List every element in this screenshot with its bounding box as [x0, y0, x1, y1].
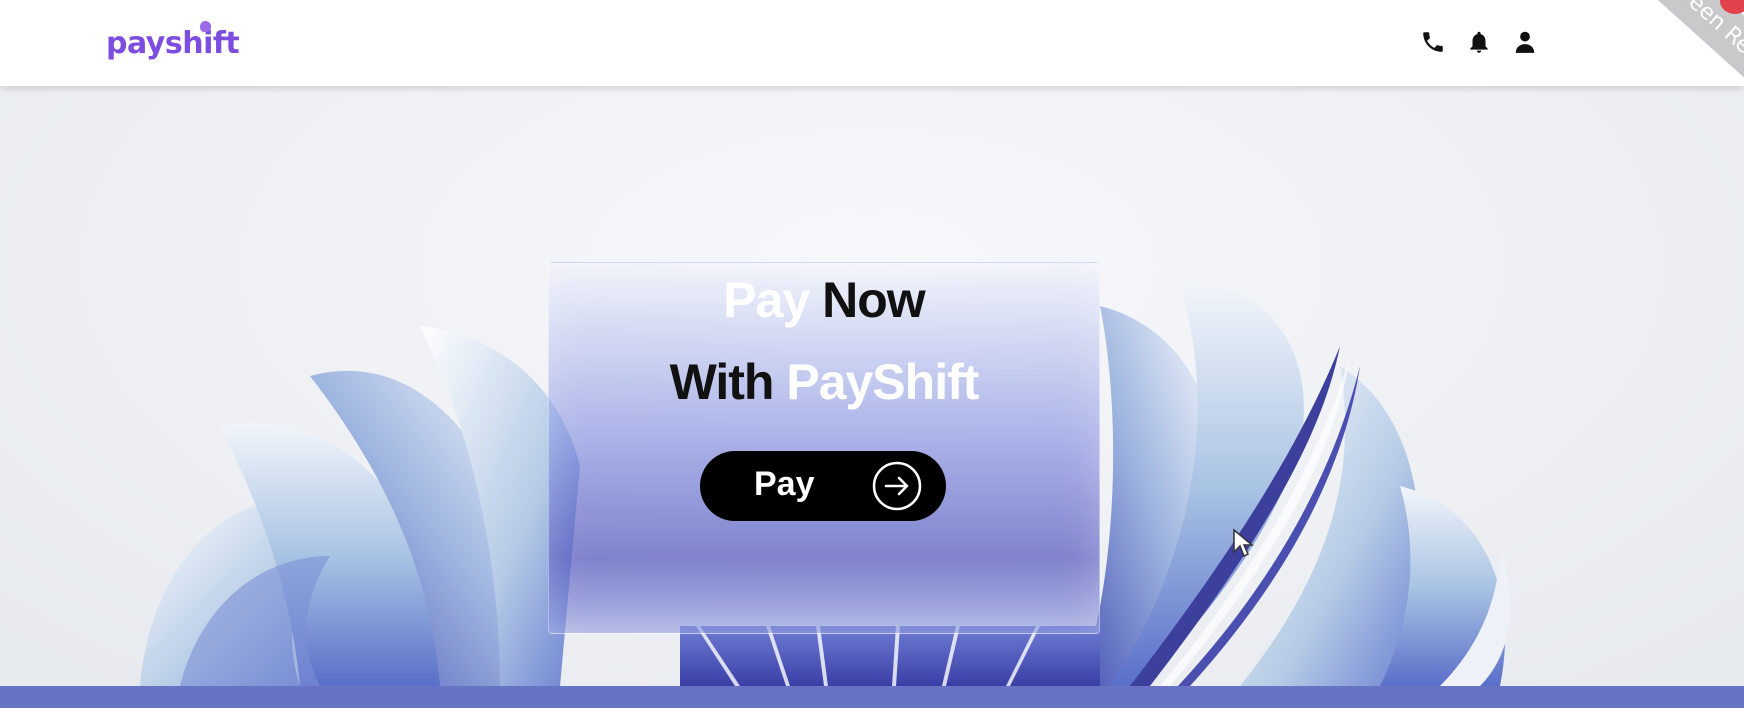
arrow-right-circle-icon	[872, 461, 922, 511]
user-icon[interactable]	[1512, 29, 1538, 55]
bell-icon[interactable]	[1466, 29, 1492, 55]
headline-line-1: Pay Now	[548, 270, 1100, 330]
ribbon-label: Screen Reco	[1642, 0, 1744, 110]
pay-button[interactable]: Pay	[700, 451, 946, 521]
logo-accent-dot	[200, 21, 211, 32]
mouse-cursor-icon	[1233, 528, 1254, 558]
headline-word-pay: Pay	[723, 272, 810, 328]
top-header: payshift	[0, 0, 1744, 86]
headline-word-now: Now	[822, 272, 926, 328]
headline-line-2: With PayShift	[548, 352, 1100, 412]
headline-word-payshift: PayShift	[786, 354, 979, 410]
header-actions	[1420, 26, 1540, 58]
phone-icon[interactable]	[1420, 29, 1446, 55]
payshift-logo[interactable]: payshift	[106, 21, 240, 61]
headline-word-with: With	[669, 354, 775, 410]
logo-text: payshift	[106, 26, 240, 61]
bottom-band	[0, 686, 1744, 708]
screen-recording-ribbon: Screen Reco	[1604, 0, 1744, 110]
pay-button-label: Pay	[754, 465, 815, 503]
